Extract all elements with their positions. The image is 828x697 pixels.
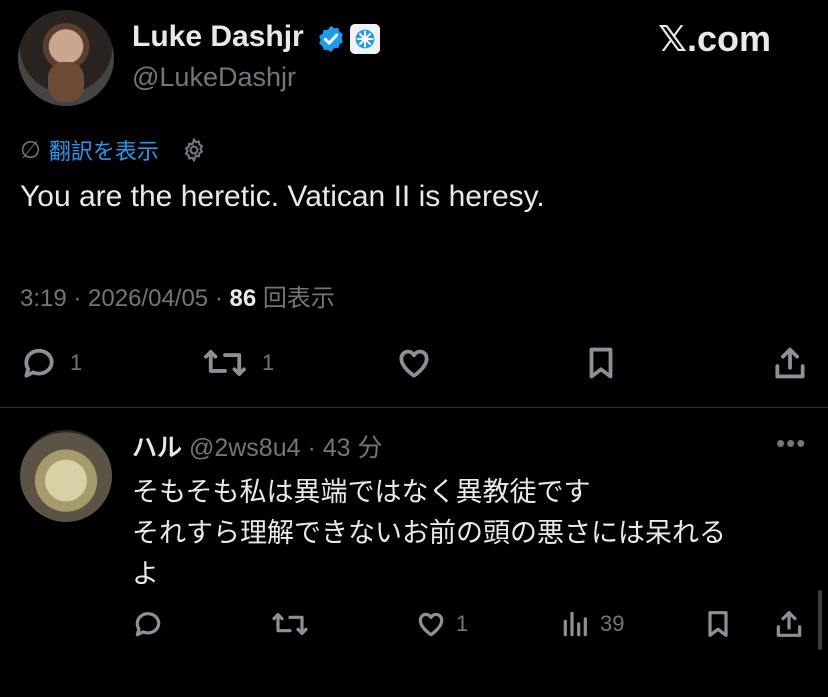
verified-badge-icon (319, 25, 343, 53)
gear-icon[interactable] (181, 137, 207, 163)
heart-icon (399, 349, 429, 378)
reply-bookmark-button[interactable] (702, 608, 734, 640)
repost-icon (272, 613, 308, 635)
bookmark-icon (708, 611, 728, 637)
reply-handle-time[interactable]: @2ws8u4 · 43 分 (182, 434, 383, 462)
scrollbar[interactable] (818, 590, 822, 650)
reply-repost-button[interactable] (270, 608, 310, 640)
repost-count: 1 (262, 350, 275, 375)
affiliate-badge-icon (350, 24, 380, 54)
like-button[interactable] (394, 344, 434, 382)
tweet-text: You are the heretic. Vatican II is heres… (20, 180, 545, 213)
x-com-watermark: 𝕏.com (658, 18, 772, 59)
reply-author-name[interactable]: ハル (132, 434, 182, 462)
reply-line: よ (132, 559, 159, 589)
reply-line: それすら理解できないお前の頭の悪さには呆れる (132, 518, 726, 548)
more-options-icon[interactable]: ••• (776, 428, 806, 459)
author-avatar[interactable] (18, 10, 114, 106)
reply-count: 1 (70, 350, 83, 375)
show-translation-link[interactable]: 翻訳を表示 (49, 134, 159, 166)
divider (0, 407, 828, 408)
reply-icon (135, 612, 161, 637)
reply-reply-button[interactable] (132, 608, 164, 640)
reply-like-button[interactable]: 1 (414, 608, 468, 640)
tweet-timestamp[interactable]: 3:19 · 2026/04/05 · (20, 285, 229, 312)
tweet-meta: 3:19 · 2026/04/05 · 86 回表示 (20, 278, 335, 313)
tweet-actions: 1 1 (0, 340, 828, 386)
reply-share-button[interactable] (772, 608, 806, 640)
repost-button[interactable]: 1 (200, 344, 274, 382)
author-handle[interactable]: @LukeDashjr (132, 62, 296, 93)
reply-views-button[interactable]: 39 (560, 608, 624, 640)
analytics-icon (563, 611, 587, 637)
reply-views-count: 39 (600, 611, 625, 636)
reply-button[interactable]: 1 (20, 344, 82, 382)
repost-icon (204, 350, 246, 376)
translate-row: ∅ 翻訳を表示 (20, 134, 207, 166)
share-button[interactable] (770, 344, 810, 382)
reply-like-count: 1 (456, 611, 469, 636)
reply-icon (24, 348, 54, 378)
share-icon (776, 611, 802, 637)
view-count: 86 (229, 285, 257, 312)
author-name[interactable]: Luke Dashjr (132, 20, 304, 54)
bookmark-icon (589, 347, 613, 379)
bookmark-button[interactable] (582, 344, 620, 382)
reply-actions: 1 39 (0, 606, 828, 646)
reply-text: そもそも私は異端ではなく異教徒です それすら理解できないお前の頭の悪さには呆れる… (132, 472, 812, 595)
reply-avatar[interactable] (20, 430, 112, 522)
reply-line: そもそも私は異端ではなく異教徒です (132, 477, 591, 507)
reply-header: ハル @2ws8u4 · 43 分 (132, 428, 382, 464)
no-translate-icon: ∅ (20, 136, 41, 164)
heart-icon (418, 612, 444, 637)
share-icon (775, 347, 805, 379)
view-label: 回表示 (256, 285, 335, 312)
